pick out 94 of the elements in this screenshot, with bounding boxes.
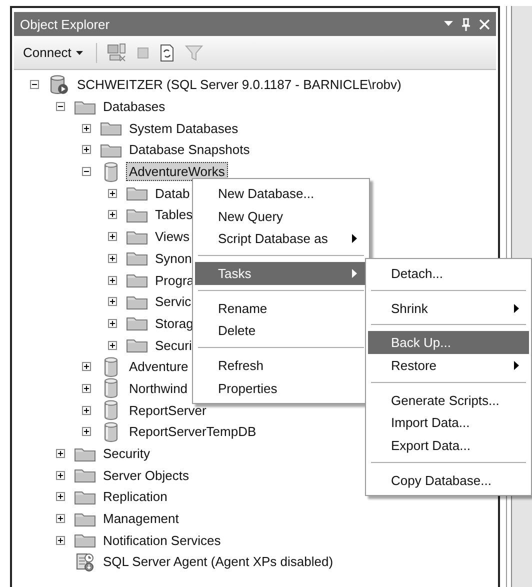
submenu-arrow-icon (514, 360, 519, 370)
expand-icon[interactable] (82, 406, 91, 415)
tree-item[interactable]: AdventureWorks (126, 162, 228, 182)
expand-icon[interactable] (82, 124, 91, 133)
expand-icon[interactable] (56, 449, 65, 458)
tree-item[interactable]: Databases (100, 97, 168, 116)
folder-icon (74, 510, 96, 527)
database-icon (104, 356, 118, 377)
server-icon (49, 74, 69, 95)
folder-icon (74, 532, 96, 548)
tree-item[interactable]: Tables (152, 205, 196, 224)
tree-item[interactable]: Northwind (126, 378, 191, 398)
tree-item[interactable]: System Databases (126, 118, 242, 138)
tree-item[interactable]: SCHWEITZER (SQL Server 9.0.1187 - BARNICLE\robv) (74, 75, 404, 94)
database-icon (104, 422, 118, 442)
folder-icon (74, 467, 96, 484)
tree-item[interactable]: Server Objects (100, 466, 192, 485)
folder-icon (74, 446, 96, 462)
menu-item[interactable]: New Database... (195, 182, 367, 205)
menu-item[interactable]: Copy Database... (368, 468, 529, 492)
expand-icon[interactable] (108, 210, 117, 220)
tree-item[interactable]: Replication (100, 487, 170, 506)
caret-icon (76, 50, 84, 54)
database-icon (104, 378, 118, 398)
folder-icon (126, 250, 148, 266)
folder-icon (100, 142, 122, 158)
tree-item[interactable]: Adventure (126, 357, 192, 376)
menu-item[interactable]: Tasks (195, 262, 367, 285)
menu-item[interactable]: Import Data... (368, 411, 529, 434)
collapse-icon[interactable] (30, 80, 39, 90)
folder-icon (74, 488, 96, 505)
submenu-arrow-icon (352, 268, 357, 278)
disconnect-icon[interactable] (107, 42, 128, 62)
folder-icon (126, 337, 148, 354)
expand-icon[interactable] (108, 276, 117, 285)
tree-item[interactable]: Security (100, 444, 153, 464)
collapse-icon[interactable] (56, 102, 65, 112)
expand-icon[interactable] (56, 492, 65, 502)
refresh-icon[interactable] (159, 44, 176, 62)
menu-item[interactable]: Restore (368, 354, 529, 377)
tree-item[interactable]: Management (100, 509, 182, 528)
menu-item[interactable]: Refresh (195, 354, 367, 377)
expand-icon[interactable] (108, 340, 117, 350)
menu-item[interactable]: Detach... (368, 262, 529, 285)
database-icon (104, 162, 118, 182)
folder-icon (74, 98, 96, 115)
tree-item[interactable]: Servic (152, 292, 194, 312)
expand-icon[interactable] (108, 297, 117, 306)
folder-icon (126, 206, 148, 223)
menu-item[interactable]: Back Up... (368, 331, 529, 354)
tree-item[interactable]: Database Snapshots (126, 140, 253, 160)
collapse-icon[interactable] (82, 167, 91, 176)
agent-icon (75, 552, 95, 572)
submenu-arrow-icon (352, 234, 357, 244)
folder-icon (126, 228, 148, 245)
menu-item[interactable]: Export Data... (368, 434, 529, 457)
panel-title: Object Explorer (20, 16, 111, 32)
expand-icon[interactable] (56, 514, 65, 524)
menu-item[interactable]: Rename (195, 296, 367, 320)
expand-icon[interactable] (82, 145, 91, 154)
database-icon (104, 400, 118, 420)
folder-icon (126, 185, 148, 202)
tree-item[interactable]: ReportServerTempDB (126, 422, 260, 442)
menu-item[interactable]: Properties (195, 376, 367, 400)
expand-icon[interactable] (56, 470, 65, 480)
expand-icon[interactable] (108, 232, 117, 242)
menu-item[interactable]: Script Database as (195, 227, 367, 250)
expand-icon[interactable] (56, 536, 65, 545)
folder-icon (126, 315, 148, 332)
expand-icon[interactable] (82, 384, 91, 393)
menu-item[interactable]: New Query (195, 204, 367, 228)
tree-item[interactable]: SQL Server Agent (Agent XPs disabled) (100, 552, 336, 572)
expand-icon[interactable] (108, 254, 117, 263)
tree-item[interactable]: Synon (152, 248, 195, 268)
dropdown-icon[interactable] (444, 21, 453, 27)
close-icon[interactable] (479, 18, 490, 30)
folder-icon (126, 272, 148, 288)
connect-button[interactable]: Connect (20, 43, 86, 62)
submenu-arrow-icon (514, 304, 519, 313)
expand-icon[interactable] (108, 318, 117, 328)
expand-icon[interactable] (82, 427, 91, 436)
pin-icon[interactable] (461, 18, 471, 30)
folder-icon (100, 120, 122, 136)
menu-item[interactable]: Shrink (368, 296, 529, 320)
expand-icon[interactable] (82, 362, 91, 372)
tree-item[interactable]: Datab (152, 184, 193, 203)
tree-item[interactable]: ReportServer (126, 400, 210, 420)
tree-item[interactable]: Views (152, 227, 192, 246)
tree-item[interactable]: Securi (152, 336, 195, 355)
menu-item[interactable]: Generate Scripts... (368, 388, 529, 412)
expand-icon[interactable] (108, 188, 117, 198)
menu-item[interactable]: Delete (195, 319, 367, 342)
tree-item[interactable]: Notification Services (100, 530, 224, 550)
folder-icon (126, 294, 148, 310)
